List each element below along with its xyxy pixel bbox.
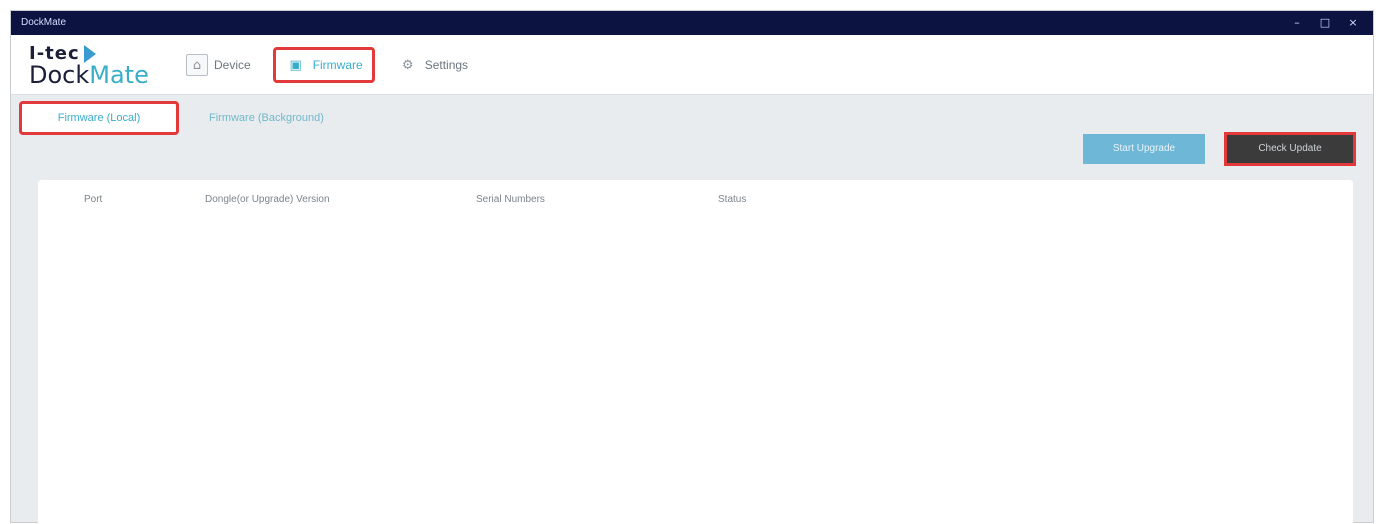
column-header-status: Status: [718, 194, 747, 205]
maximize-icon[interactable]: □: [1311, 11, 1339, 35]
app-header: I-tec DockMate ⌂ Device ▣ Firmware ⚙ Set…: [11, 35, 1373, 95]
window-controls: – □ ×: [1283, 11, 1367, 35]
close-icon[interactable]: ×: [1339, 11, 1367, 35]
nav-settings[interactable]: ⚙ Settings: [387, 49, 478, 81]
dockmate-logo: I-tec DockMate: [29, 43, 159, 89]
nav-device-label: Device: [214, 58, 251, 72]
nav-settings-label: Settings: [424, 58, 469, 72]
nav-device[interactable]: ⌂ Device: [176, 49, 261, 81]
column-header-port: Port: [84, 194, 103, 205]
nav-firmware-label: Firmware: [312, 58, 363, 72]
check-update-button[interactable]: Check Update: [1224, 132, 1356, 166]
minimize-icon[interactable]: –: [1283, 11, 1311, 35]
firmware-subtabs: Firmware (Local) Firmware (Background): [19, 101, 342, 135]
tab-firmware-background[interactable]: Firmware (Background): [191, 103, 342, 133]
table-header: Port Dongle(or Upgrade) Version Serial N…: [38, 194, 1353, 214]
firmware-table: Port Dongle(or Upgrade) Version Serial N…: [38, 180, 1353, 524]
main-nav: ⌂ Device ▣ Firmware ⚙ Settings: [176, 47, 492, 83]
gear-icon: ⚙: [401, 57, 414, 73]
logo-brand-bottom: DockMate: [29, 61, 149, 89]
home-icon: ⌂: [186, 54, 208, 76]
tab-firmware-local[interactable]: Firmware (Local): [19, 101, 179, 135]
column-header-version: Dongle(or Upgrade) Version: [205, 194, 330, 205]
nav-firmware[interactable]: ▣ Firmware: [272, 47, 375, 83]
firmware-chip-icon: ▣: [289, 57, 302, 73]
logo-mate: Mate: [89, 61, 149, 89]
window-title: DockMate: [21, 17, 67, 28]
logo-dock: Dock: [29, 61, 90, 89]
app-window: DockMate – □ × I-tec DockMate ⌂ Device ▣…: [10, 10, 1374, 524]
column-header-serial: Serial Numbers: [476, 194, 545, 205]
title-bar: DockMate – □ ×: [11, 11, 1373, 35]
start-upgrade-button[interactable]: Start Upgrade: [1083, 134, 1205, 164]
